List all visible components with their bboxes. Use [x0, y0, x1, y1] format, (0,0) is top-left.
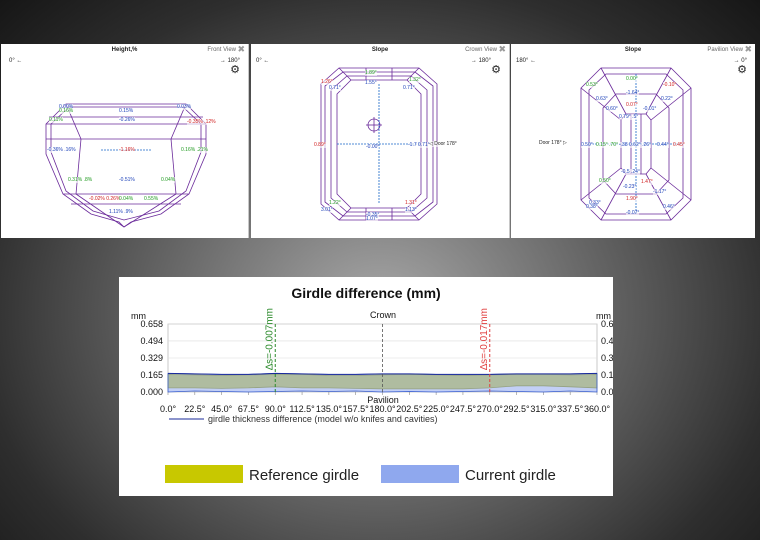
value-label: 1.31° [405, 200, 417, 206]
value-label: 1.32° [409, 77, 421, 83]
x-tick-label: 90.0° [265, 404, 287, 414]
value-label: 0.03% [177, 104, 192, 110]
value-label: -1.16% [119, 147, 135, 153]
legend-label: Reference girdle [249, 467, 359, 484]
value-label: -1.7 0.71° [408, 142, 430, 148]
y-tick-label-left: 0.165 [140, 370, 163, 380]
x-tick-label: 0.0° [160, 404, 177, 414]
x-tick-label: 22.5° [184, 404, 206, 414]
value-label: -0.51% [119, 177, 135, 183]
girdle-note: girdle thickness difference (model w/o k… [208, 414, 437, 424]
x-tick-label: 337.5° [557, 404, 584, 414]
girdle-chart-svg: Girdle difference (mm) mm mm Crown Pavil… [131, 285, 613, 484]
x-tick-label: 135.0° [316, 404, 343, 414]
chart-title: Girdle difference (mm) [291, 285, 440, 301]
value-label: -0.36% .16% [47, 147, 76, 153]
x-tick-label: 315.0° [530, 404, 557, 414]
value-label: -0.07° [626, 210, 640, 216]
value-label: 0.04% [161, 177, 176, 183]
value-label: -0.5 .24° [621, 169, 640, 175]
value-label: 0.38° [586, 204, 598, 210]
crown-label: Crown [370, 310, 396, 320]
value-label: 0.31% .8% [68, 177, 93, 183]
value-label: 0.04% [119, 196, 134, 202]
marker-label: ∆s=-0.017mm [479, 308, 490, 370]
value-label: 0.89° [314, 142, 326, 148]
value-label: 0.53° [586, 82, 598, 88]
x-tick-label: 360.0° [584, 404, 611, 414]
x-tick-label: 292.5° [504, 404, 531, 414]
y-tick-label-right: 0.000 [601, 387, 613, 397]
value-label: 0.55% [144, 196, 159, 202]
value-label: 0.15° .70° [596, 142, 619, 148]
y-tick-label-left: 0.329 [140, 353, 163, 363]
value-label: 1.22° [329, 200, 341, 206]
x-tick-label: 67.5° [238, 404, 260, 414]
value-label: -0.00° [366, 144, 380, 150]
value-label: 0.46° [663, 204, 675, 210]
x-tick-label: 112.5° [289, 404, 315, 414]
value-label: 0.50° [599, 178, 611, 184]
value-label: -0.02% 0.26% [89, 196, 121, 202]
legend-swatch [165, 465, 243, 483]
value-label: 0.00° [626, 76, 638, 82]
y-tick-label-right: 0.494 [601, 336, 613, 346]
door-label: Door 178° ▷ [539, 140, 567, 146]
value-label: 0.22° [661, 96, 673, 102]
value-label: 0.71° [329, 85, 341, 91]
value-label: 0.07° [626, 102, 638, 108]
value-label: 0.16% .21% [181, 147, 208, 153]
value-label: 0.79° .5° [619, 114, 639, 120]
x-tick-label: 202.5° [396, 404, 423, 414]
value-label: -0.26% [119, 117, 135, 123]
value-label: 1.07° [366, 216, 378, 222]
door-label: ◁ Door 178° [429, 141, 457, 147]
x-tick-label: 247.5° [450, 404, 477, 414]
x-tick-label: 180.0° [369, 404, 396, 414]
y-tick-label-right: 0.165 [601, 370, 613, 380]
value-label: 0.44° [657, 142, 669, 148]
value-label: -1.17° [653, 189, 667, 195]
crown-view-panel: Slope Crown View ✖ 0° ← → 180° ⚙ 1.89° 1… [251, 44, 510, 238]
value-label: 0.16% [59, 108, 74, 114]
value-label: 1.89° [365, 70, 377, 76]
value-label: 0.71° [403, 85, 415, 91]
x-tick-label: 270.0° [477, 404, 504, 414]
x-tick-label: 157.5° [343, 404, 370, 414]
value-label: 0.11% [49, 117, 63, 123]
value-label: 1.55° [365, 80, 377, 86]
front-view-panel: Height,% Front View ✖ 0° ← → 180° ⚙ 0.00… [1, 44, 249, 238]
value-label: 0.15% [119, 108, 134, 114]
crown-view-diagram [320, 67, 438, 221]
legend-swatch [381, 465, 459, 483]
y-tick-label-left: 0.658 [140, 319, 163, 329]
y-tick-label-left: 0.494 [140, 336, 163, 346]
value-label: 1.11% .9% [109, 209, 133, 215]
value-label: -0.10° [663, 82, 677, 88]
value-label: 0.45° [673, 142, 685, 148]
value-label: 0.60° [606, 106, 618, 112]
value-label: 0.63° [596, 96, 608, 102]
value-label: -0.23° [623, 184, 637, 190]
marker-label: ∆s=-0.007mm [264, 308, 275, 370]
value-label: -.38 0.62° .26° [619, 142, 652, 148]
y-tick-label-left: 0.000 [140, 387, 163, 397]
x-tick-label: 45.0° [211, 404, 233, 414]
value-label: 1.13° [405, 207, 417, 213]
value-label: -0.35% .12% [187, 119, 216, 125]
y-tick-label-right: 0.329 [601, 353, 613, 363]
x-tick-label: 225.0° [423, 404, 450, 414]
value-label: 1.47° [641, 179, 653, 185]
value-label: 1.90° [626, 196, 638, 202]
value-label: 0.50° [581, 142, 593, 148]
value-label: -1.64° [626, 90, 640, 96]
value-label: 3.01° [321, 207, 333, 213]
girdle-difference-chart: Girdle difference (mm) mm mm Crown Pavil… [119, 277, 613, 496]
pavilion-view-panel: Slope Pavilion View ✖ 180° ← → 0° ⚙ 0.00… [511, 44, 755, 238]
legend-label: Current girdle [465, 467, 556, 484]
y-tick-label-right: 0.658 [601, 319, 613, 329]
value-label: -0.01° [643, 106, 657, 112]
